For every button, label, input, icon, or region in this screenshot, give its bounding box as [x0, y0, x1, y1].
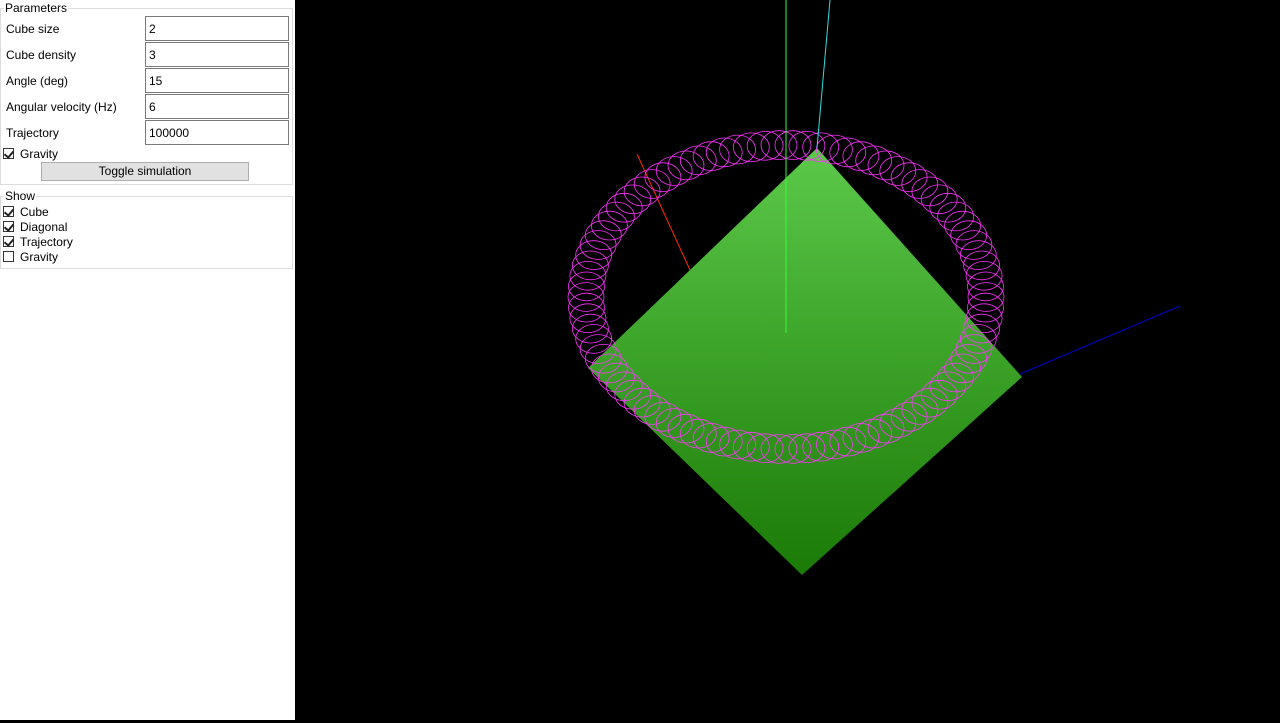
param-row-cube-size: Cube size: [0, 16, 293, 42]
trajectory-loop: [655, 156, 693, 186]
param-row-trajectory: Trajectory: [0, 120, 293, 146]
toggle-simulation-button[interactable]: Toggle simulation: [41, 162, 249, 181]
show-diagonal-label: Diagonal: [20, 219, 68, 234]
trajectory-loop: [575, 324, 613, 354]
trajectory-loop: [955, 230, 993, 260]
trajectory-loop: [965, 303, 1003, 334]
show-gravity-row[interactable]: Gravity: [3, 249, 58, 264]
angular-velocity-label: Angular velocity (Hz): [6, 100, 117, 114]
show-cube-row[interactable]: Cube: [3, 204, 49, 219]
show-trajectory-checkbox[interactable]: [3, 236, 14, 247]
show-diagonal-row[interactable]: Diagonal: [3, 219, 67, 234]
trajectory-loop: [633, 169, 671, 199]
trajectory-loop: [571, 313, 609, 344]
trajectory-loop: [614, 184, 652, 215]
parameters-group-title: Parameters: [4, 1, 69, 15]
trajectory-loop: [963, 250, 1000, 281]
trajectory-input[interactable]: [145, 120, 289, 145]
trajectory-loop: [855, 145, 893, 176]
trajectory-loop: [920, 184, 958, 215]
angle-input[interactable]: [145, 68, 289, 93]
trajectory-loop: [901, 169, 939, 199]
cube-size-input[interactable]: [145, 16, 289, 41]
cube-density-label: Cube density: [6, 48, 77, 62]
trajectory-loop: [597, 201, 635, 232]
diagonal-line: [816, 0, 831, 149]
trajectory-loop: [965, 260, 1003, 291]
trajectory-loop: [623, 176, 661, 207]
trajectory-loop: [816, 134, 853, 165]
trajectory-loop: [692, 141, 730, 171]
3d-viewport[interactable]: [295, 0, 1280, 720]
trajectory-loop: [584, 220, 622, 251]
show-cube-checkbox[interactable]: [3, 206, 14, 217]
show-gravity-label: Gravity: [20, 249, 59, 264]
trajectory-loop: [937, 201, 974, 232]
param-row-angular-velocity: Angular velocity (Hz): [0, 94, 293, 120]
trajectory-loop: [705, 137, 743, 168]
show-cube-label: Cube: [20, 204, 49, 219]
trajectory-loop: [571, 250, 609, 281]
trajectory-loop: [959, 240, 997, 270]
trajectory-loop: [719, 134, 757, 165]
gravity-checkbox-label: Gravity: [20, 146, 59, 161]
angle-label: Angle (deg): [6, 74, 69, 88]
cube-density-input[interactable]: [145, 42, 289, 67]
gravity-checkbox-row[interactable]: Gravity: [3, 146, 58, 161]
trajectory-loop: [575, 240, 613, 270]
trajectory-loop: [829, 137, 867, 168]
show-group-title: Show: [4, 189, 37, 203]
cube-size-label: Cube size: [6, 22, 60, 36]
param-row-cube-density: Cube density: [0, 42, 293, 68]
show-trajectory-row[interactable]: Trajectory: [3, 234, 73, 249]
show-trajectory-label: Trajectory: [20, 234, 73, 249]
trajectory-loop: [911, 176, 949, 207]
x-axis-line: [636, 153, 691, 271]
gravity-checkbox[interactable]: [3, 148, 14, 159]
trajectory-label: Trajectory: [6, 126, 59, 140]
trajectory-loop: [879, 156, 917, 186]
param-row-angle: Angle (deg): [0, 68, 293, 94]
show-diagonal-checkbox[interactable]: [3, 221, 14, 232]
angular-velocity-input[interactable]: [145, 94, 289, 119]
z-axis-line: [1019, 305, 1181, 375]
scene-canvas: [567, 0, 1181, 575]
control-panel: Parameters Cube size Cube density Angle …: [0, 0, 295, 720]
trajectory-loop: [569, 260, 607, 291]
trajectory-loop: [569, 303, 607, 334]
show-gravity-checkbox[interactable]: [3, 251, 14, 262]
